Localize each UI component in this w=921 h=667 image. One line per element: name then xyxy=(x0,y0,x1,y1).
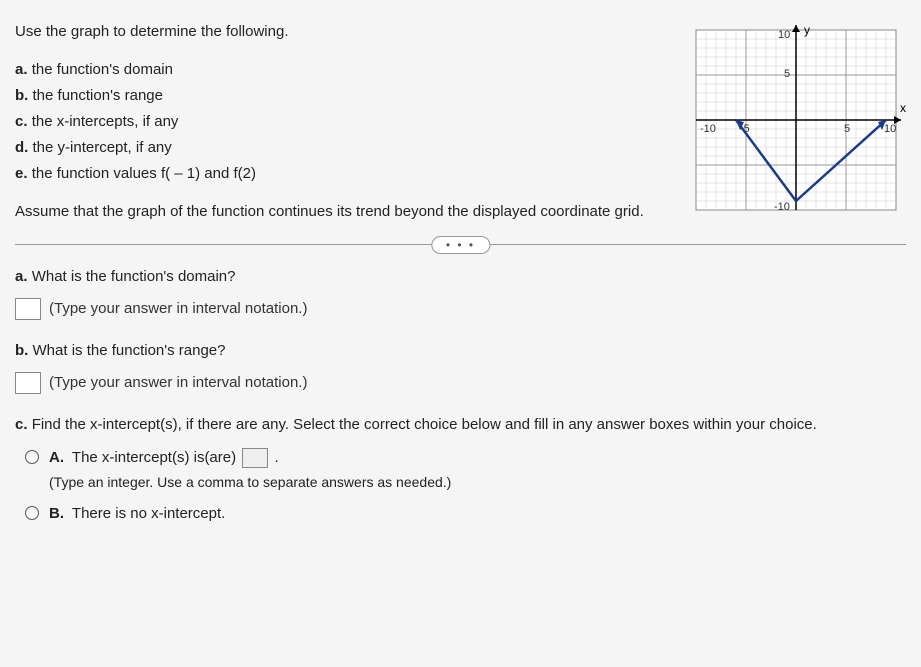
ytick-neg10: -10 xyxy=(774,201,790,213)
subpart-b-label: b. xyxy=(15,87,28,104)
tick-neg10: -10 xyxy=(700,123,716,135)
qb-label: b. xyxy=(15,342,28,359)
subpart-d: d. the y-intercept, if any xyxy=(15,136,666,160)
subpart-d-text: the y-intercept, if any xyxy=(33,139,172,156)
qa-answer-line: (Type your answer in interval notation.) xyxy=(15,297,906,321)
question-a-text: a. What is the function's domain? xyxy=(15,265,906,289)
qb-question: What is the function's range? xyxy=(33,342,226,359)
qb-hint: (Type your answer in interval notation.) xyxy=(49,371,307,395)
question-c-text: c. Find the x-intercept(s), if there are… xyxy=(15,413,906,437)
choice-a-post: . xyxy=(274,449,278,466)
x-axis-label: x xyxy=(900,101,906,115)
choice-b-radio[interactable] xyxy=(25,506,39,520)
function-graph: -10 -5 5 10 10 5 -10 y x xyxy=(686,20,906,220)
choice-b-letter: B. xyxy=(49,505,64,522)
choice-a-letter: A. xyxy=(49,449,64,466)
assumption-text: Assume that the graph of the function co… xyxy=(15,200,666,224)
choice-a-pre: The x-intercept(s) is(are) xyxy=(72,449,240,466)
choice-a-content: A. The x-intercept(s) is(are) . (Type an… xyxy=(49,447,451,493)
subpart-a-text: the function's domain xyxy=(32,61,173,78)
question-c: c. Find the x-intercept(s), if there are… xyxy=(15,413,906,525)
qa-input[interactable] xyxy=(15,298,41,320)
question-b: b. What is the function's range? (Type y… xyxy=(15,339,906,395)
subpart-e-label: e. xyxy=(15,165,28,182)
subpart-e-text: the function values f( – 1) and f(2) xyxy=(32,165,256,182)
qb-input[interactable] xyxy=(15,372,41,394)
tick-pos10: 10 xyxy=(884,123,896,135)
subpart-e: e. the function values f( – 1) and f(2) xyxy=(15,162,666,186)
subpart-d-label: d. xyxy=(15,139,28,156)
subparts-list: a. the function's domain b. the function… xyxy=(15,58,666,186)
qa-label: a. xyxy=(15,268,28,285)
choice-a-input[interactable] xyxy=(242,448,268,468)
subpart-b-text: the function's range xyxy=(33,87,163,104)
section-divider: • • • xyxy=(15,244,906,245)
choice-b-row: B. There is no x-intercept. xyxy=(25,503,906,526)
choice-a-hint: (Type an integer. Use a comma to separat… xyxy=(49,472,451,493)
subpart-c-text: the x-intercepts, if any xyxy=(32,113,179,130)
tick-pos5: 5 xyxy=(844,123,850,135)
choice-a-line1: A. The x-intercept(s) is(are) . xyxy=(49,447,451,470)
qc-question: Find the x-intercept(s), if there are an… xyxy=(32,416,817,433)
question-a: a. What is the function's domain? (Type … xyxy=(15,265,906,321)
subpart-a-label: a. xyxy=(15,61,28,78)
choice-b-text: There is no x-intercept. xyxy=(72,505,225,522)
subpart-b: b. the function's range xyxy=(15,84,666,108)
question-text-column: Use the graph to determine the following… xyxy=(15,20,666,224)
qa-hint: (Type your answer in interval notation.) xyxy=(49,297,307,321)
qa-question: What is the function's domain? xyxy=(32,268,236,285)
ytick-pos10: 10 xyxy=(778,29,790,41)
subpart-c-label: c. xyxy=(15,113,28,130)
qb-answer-line: (Type your answer in interval notation.) xyxy=(15,371,906,395)
ytick-pos5: 5 xyxy=(784,68,790,80)
ellipsis-pill[interactable]: • • • xyxy=(431,236,490,254)
choice-b-content: B. There is no x-intercept. xyxy=(49,503,225,526)
choice-a-radio[interactable] xyxy=(25,450,39,464)
subpart-c: c. the x-intercepts, if any xyxy=(15,110,666,134)
main-prompt: Use the graph to determine the following… xyxy=(15,20,666,44)
choice-a-row: A. The x-intercept(s) is(are) . (Type an… xyxy=(25,447,906,493)
question-b-text: b. What is the function's range? xyxy=(15,339,906,363)
y-axis-label: y xyxy=(804,23,810,37)
top-section: Use the graph to determine the following… xyxy=(15,20,906,224)
graph-column: -10 -5 5 10 10 5 -10 y x xyxy=(686,20,906,224)
qc-label: c. xyxy=(15,416,28,433)
subpart-a: a. the function's domain xyxy=(15,58,666,82)
